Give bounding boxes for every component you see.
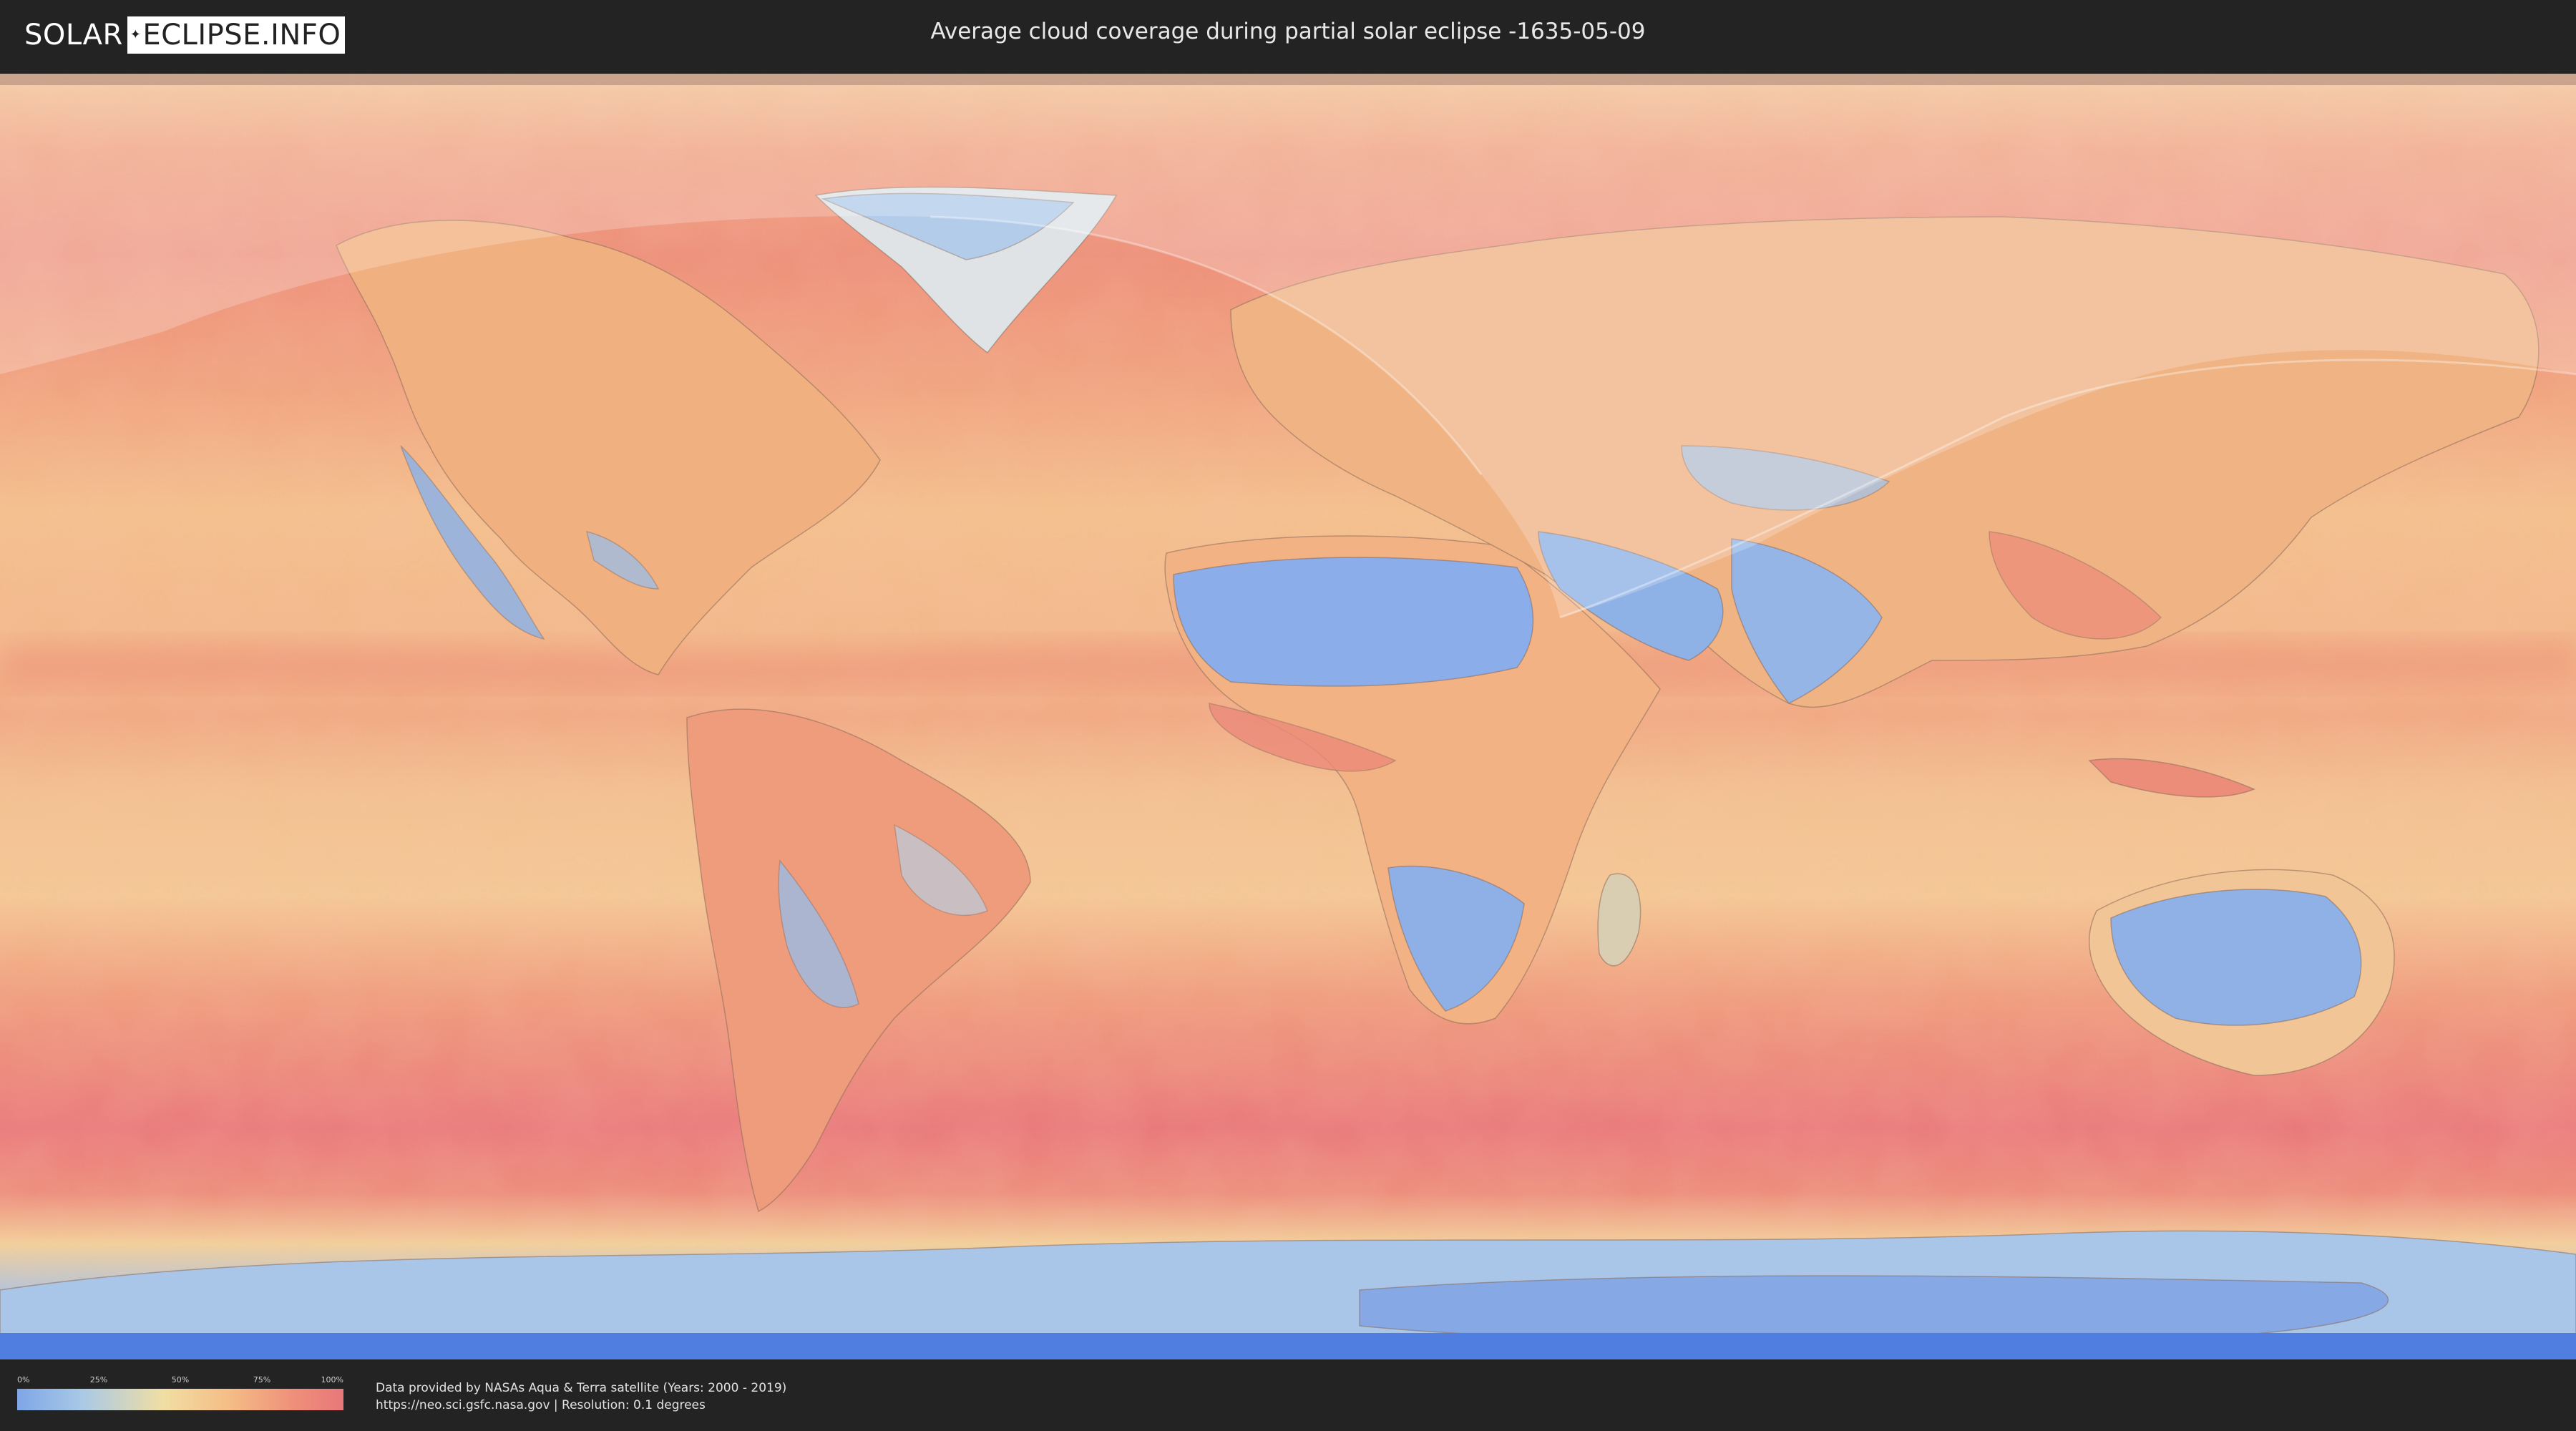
- legend-tick-25: 25%: [89, 1375, 108, 1384]
- cloud-coverage-legend: 0% 25% 50% 75% 100%: [17, 1375, 343, 1415]
- footer-bar: 0% 25% 50% 75% 100% Data provided by NAS…: [0, 1359, 2576, 1431]
- data-attribution: Data provided by NASAs Aqua & Terra sate…: [376, 1379, 786, 1414]
- antarctica-edge: [0, 1333, 2576, 1359]
- header-bar: SOLAR ✦ ECLIPSE.INFO Average cloud cover…: [0, 0, 2576, 72]
- page: SOLAR ✦ ECLIPSE.INFO Average cloud cover…: [0, 0, 2576, 1431]
- attribution-url-resolution: https://neo.sci.gsfc.nasa.gov | Resoluti…: [376, 1398, 706, 1412]
- legend-tick-75: 75%: [253, 1375, 271, 1384]
- legend-tick-labels: 0% 25% 50% 75% 100%: [17, 1375, 343, 1387]
- page-title: Average cloud coverage during partial so…: [930, 19, 1646, 44]
- attribution-source: Data provided by NASAs Aqua & Terra sate…: [376, 1381, 787, 1395]
- world-map-svg: [0, 74, 2576, 1359]
- map-top-edge: [0, 74, 2576, 85]
- legend-color-bar: [17, 1389, 343, 1410]
- legend-tick-50: 50%: [171, 1375, 190, 1384]
- cloud-coverage-map: [0, 74, 2576, 1359]
- sahara-low-cloud: [1173, 557, 1534, 687]
- legend-tick-100: 100%: [321, 1375, 343, 1384]
- antarctica-low-cloud: [1359, 1275, 2389, 1344]
- legend-tick-0: 0%: [17, 1375, 30, 1384]
